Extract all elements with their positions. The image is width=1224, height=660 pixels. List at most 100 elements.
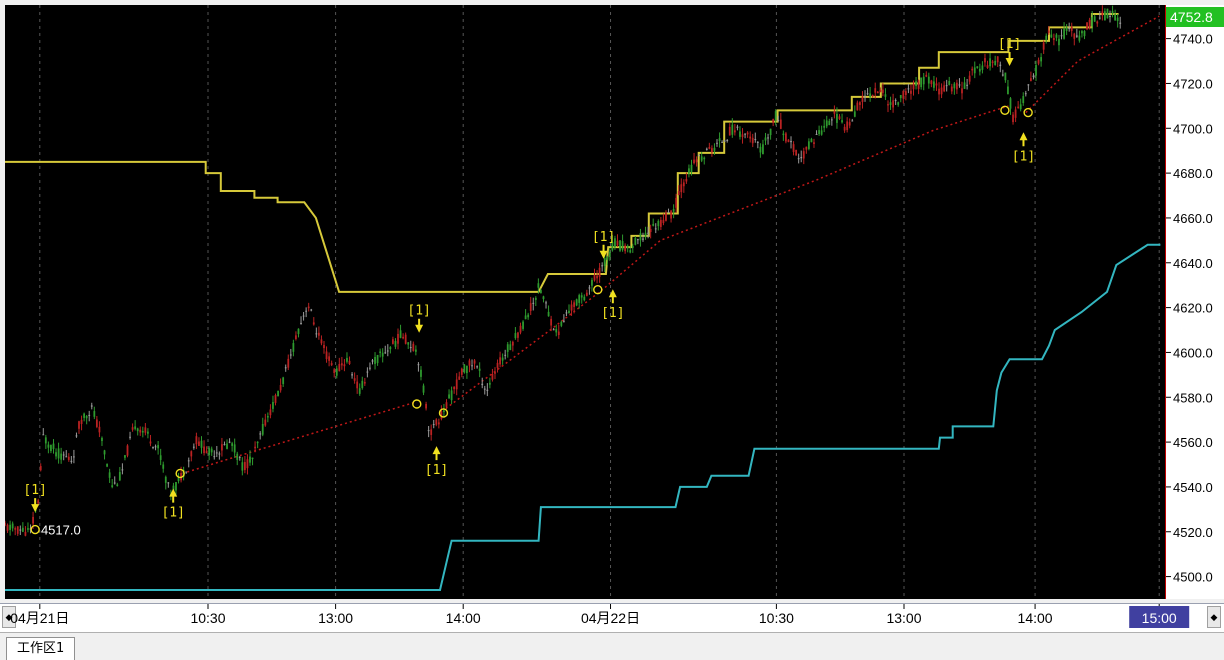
price-body-122 — [315, 333, 318, 335]
price-body-138 — [356, 381, 359, 389]
price-body-342 — [876, 91, 879, 94]
price-body-194 — [499, 357, 501, 365]
signal-circle-5 — [1000, 105, 1010, 116]
price-body-393 — [1007, 86, 1009, 95]
price-body-150 — [386, 350, 389, 352]
price-body-318 — [815, 133, 818, 135]
price-body-243 — [624, 245, 627, 252]
price-body-197 — [506, 344, 509, 352]
price-body-269 — [690, 164, 693, 173]
price-body-396 — [1014, 109, 1017, 118]
price-body-162 — [417, 364, 420, 366]
price-body-399 — [1022, 96, 1025, 103]
price-body-283 — [726, 140, 729, 142]
price-body-24 — [65, 456, 68, 458]
price-body-134 — [346, 357, 348, 362]
price-body-357 — [915, 81, 917, 87]
price-body-16 — [44, 437, 47, 444]
price-body-36 — [95, 419, 98, 427]
price-body-225 — [578, 295, 581, 303]
price-body-74 — [192, 446, 195, 448]
price-body-282 — [723, 140, 726, 142]
price-body-215 — [552, 329, 555, 331]
price-body-111 — [287, 358, 290, 368]
price-body-265 — [680, 184, 683, 193]
price-body-34 — [90, 405, 93, 407]
price-body-334 — [856, 102, 859, 111]
price-body-2 — [9, 524, 12, 530]
price-body-312 — [800, 157, 803, 159]
price-body-307 — [787, 139, 790, 143]
price-body-148 — [381, 352, 384, 357]
price-body-397 — [1017, 106, 1020, 109]
price-body-428 — [1096, 21, 1099, 24]
price-body-4 — [14, 528, 17, 530]
price-body-120 — [310, 309, 313, 311]
price-body-198 — [509, 344, 512, 351]
price-body-325 — [833, 111, 836, 114]
price-body-413 — [1058, 38, 1060, 46]
price-body-422 — [1081, 31, 1083, 34]
price-body-229 — [588, 287, 591, 289]
price-body-53 — [139, 429, 142, 433]
ytick-label-4: 4580.0 — [1173, 390, 1213, 405]
price-body-231 — [593, 275, 596, 281]
price-body-302 — [774, 111, 777, 121]
time-axis: ◆ 04月21日 10:30 13:00 14:00 04月22日 10:30 13:00 1… — [0, 603, 1224, 632]
price-body-364 — [933, 81, 935, 88]
price-body-169 — [435, 419, 438, 425]
price-body-165 — [425, 403, 427, 409]
price-body-264 — [677, 191, 680, 196]
price-body-149 — [384, 352, 387, 354]
tab-workspace-1[interactable]: 工作区1 — [6, 637, 76, 660]
price-body-313 — [802, 151, 805, 159]
price-body-230 — [591, 279, 593, 286]
price-body-418 — [1070, 26, 1073, 31]
price-body-296 — [759, 146, 762, 153]
price-body-355 — [910, 90, 912, 94]
price-body-278 — [713, 147, 716, 151]
signal-label-2: [1] — [407, 304, 430, 319]
price-body-381 — [976, 66, 979, 69]
price-body-98 — [254, 446, 256, 449]
price-body-52 — [136, 428, 139, 432]
price-body-156 — [402, 336, 405, 339]
price-body-394 — [1009, 98, 1012, 109]
price-body-174 — [448, 394, 450, 399]
price-body-354 — [907, 88, 910, 90]
signal-label-4: [1] — [592, 230, 615, 245]
price-body-163 — [420, 369, 422, 377]
price-body-306 — [785, 133, 787, 142]
price-body-190 — [488, 382, 491, 385]
price-body-51 — [134, 426, 137, 429]
scroll-right-button[interactable]: ◆ — [1207, 606, 1221, 628]
price-body-93 — [241, 462, 244, 471]
price-body-437 — [1119, 22, 1122, 24]
price-body-29 — [78, 421, 80, 429]
ytick-label-0: 4500.0 — [1173, 570, 1213, 585]
price-body-324 — [830, 119, 833, 121]
price-body-124 — [320, 339, 323, 344]
price-body-273 — [700, 156, 703, 161]
price-body-363 — [930, 80, 933, 85]
price-body-22 — [60, 453, 63, 460]
price-body-0 — [5, 522, 6, 526]
price-body-319 — [818, 130, 820, 135]
price-body-261 — [670, 210, 672, 219]
price-body-375 — [961, 88, 963, 94]
price-body-317 — [813, 142, 815, 145]
price-body-291 — [746, 132, 749, 135]
price-body-31 — [83, 413, 86, 418]
price-body-400 — [1024, 93, 1027, 95]
price-body-143 — [369, 367, 371, 369]
price-body-56 — [147, 431, 149, 434]
price-body-353 — [904, 91, 907, 95]
price-body-316 — [810, 138, 813, 143]
chart-plot-area[interactable]: [1] [1] [1] [1] [1] [1] [1] [1] 4517.0 — [5, 5, 1165, 599]
price-body-26 — [70, 460, 73, 463]
price-body-63 — [164, 476, 167, 483]
price-body-118 — [305, 310, 308, 312]
price-body-380 — [973, 67, 976, 74]
price-body-411 — [1052, 37, 1055, 41]
ytick-label-3: 4560.0 — [1173, 435, 1213, 450]
